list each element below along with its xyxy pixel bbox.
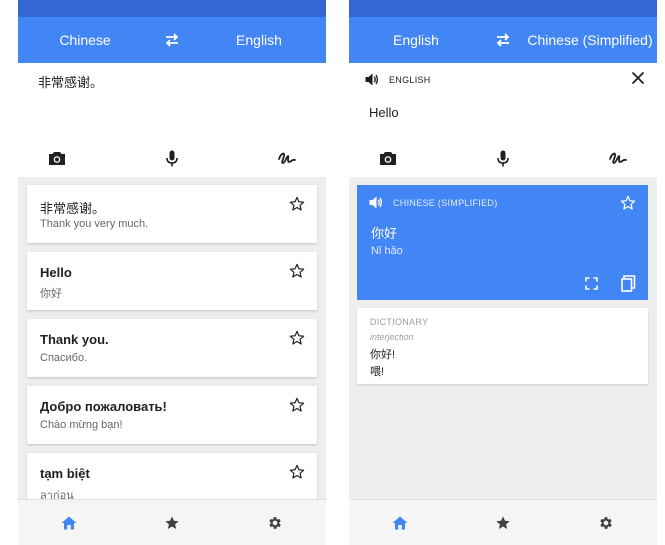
nav-phrasebook-button[interactable] <box>452 500 555 545</box>
input-tools <box>349 139 657 177</box>
phone-screen-right: English Chinese (Simplified) ENGLISH Hel… <box>349 0 657 545</box>
microphone-icon <box>497 150 509 166</box>
bottom-nav <box>349 499 657 545</box>
star-outline-icon[interactable] <box>289 196 305 212</box>
copy-icon[interactable] <box>621 275 636 292</box>
history-item[interactable]: Добро пожаловать! Chào mừng bạn! <box>27 386 317 444</box>
star-outline-icon[interactable] <box>289 263 305 279</box>
dictionary-title: DICTIONARY <box>370 317 429 327</box>
history-source: Hello <box>40 265 72 280</box>
input-text[interactable]: 非常感谢。 <box>38 72 103 91</box>
star-filled-icon <box>165 515 179 529</box>
handwriting-icon <box>609 152 627 164</box>
dictionary-card: DICTIONARY interjection 你好! 喂! <box>357 308 648 384</box>
bottom-nav <box>18 499 326 545</box>
history-translation: Chào mừng bạn! <box>40 419 123 431</box>
nav-settings-button[interactable] <box>554 500 657 545</box>
microphone-button[interactable] <box>131 139 214 177</box>
source-language-button[interactable]: Chinese <box>18 32 152 48</box>
dictionary-entry[interactable]: 你好! <box>370 346 395 362</box>
source-language-label: ENGLISH <box>389 74 431 85</box>
dictionary-part-of-speech: interjection <box>370 332 414 342</box>
close-icon[interactable] <box>631 71 645 85</box>
swap-languages-button[interactable] <box>152 33 192 47</box>
nav-home-button[interactable] <box>18 500 121 545</box>
nav-home-button[interactable] <box>349 500 452 545</box>
gear-icon <box>268 516 281 529</box>
star-outline-icon[interactable] <box>289 330 305 346</box>
star-outline-icon[interactable] <box>620 195 636 211</box>
history-list: 非常感谢。 Thank you very much. Hello 你好 Than… <box>18 177 326 499</box>
result-transliteration: Nǐ hǎo <box>371 245 403 257</box>
microphone-button[interactable] <box>462 139 545 177</box>
star-filled-icon <box>496 515 510 529</box>
dictionary-entry[interactable]: 喂! <box>370 363 384 379</box>
speaker-icon[interactable] <box>365 73 379 86</box>
language-bar: English Chinese (Simplified) <box>349 17 657 63</box>
result-text: 你好 <box>371 226 398 241</box>
history-source: 非常感谢。 <box>40 201 106 216</box>
gear-icon <box>599 516 612 529</box>
source-header: ENGLISH <box>365 73 431 86</box>
source-text[interactable]: Hello <box>369 105 399 120</box>
source-card: ENGLISH Hello <box>349 63 657 177</box>
status-bar <box>18 0 326 17</box>
speaker-icon[interactable] <box>369 196 383 209</box>
history-translation: 你好 <box>40 288 62 300</box>
star-outline-icon[interactable] <box>289 397 305 413</box>
history-translation: Thank you very much. <box>40 218 149 230</box>
swap-languages-button[interactable] <box>483 33 523 47</box>
microphone-icon <box>166 150 178 166</box>
target-language-button[interactable]: English <box>192 32 326 48</box>
result-language-label: CHINESE (SIMPLIFIED) <box>393 197 498 208</box>
home-icon <box>392 516 408 529</box>
handwriting-icon <box>278 152 296 164</box>
translation-result-card: CHINESE (SIMPLIFIED) 你好 Nǐ hǎo <box>357 185 648 300</box>
target-language-button[interactable]: Chinese (Simplified) <box>523 32 657 48</box>
camera-icon <box>49 151 65 165</box>
result-header: CHINESE (SIMPLIFIED) <box>369 196 498 209</box>
status-bar <box>349 0 657 17</box>
nav-settings-button[interactable] <box>223 500 326 545</box>
fullscreen-icon[interactable] <box>585 277 598 290</box>
home-icon <box>61 516 77 529</box>
handwriting-button[interactable] <box>213 139 326 177</box>
camera-icon <box>380 151 396 165</box>
source-language-button[interactable]: English <box>349 32 483 48</box>
history-item[interactable]: tạm biệt ลาก่อน <box>27 453 317 499</box>
handwriting-button[interactable] <box>544 139 657 177</box>
camera-button[interactable] <box>18 139 131 177</box>
star-outline-icon[interactable] <box>289 464 305 480</box>
phone-screen-left: Chinese English 非常感谢。 非常感谢。 Thank you ve… <box>18 0 326 545</box>
history-item[interactable]: Hello 你好 <box>27 252 317 310</box>
history-translation: Спасибо. <box>40 352 88 364</box>
history-item[interactable]: Thank you. Спасибо. <box>27 319 317 377</box>
camera-button[interactable] <box>349 139 462 177</box>
history-source: Thank you. <box>40 332 109 347</box>
swap-arrows-icon <box>165 33 179 47</box>
history-item[interactable]: 非常感谢。 Thank you very much. <box>27 185 317 243</box>
history-translation: ลาก่อน <box>40 490 74 499</box>
input-tools <box>18 139 326 177</box>
history-source: Добро пожаловать! <box>40 399 167 414</box>
input-card: 非常感谢。 <box>18 63 326 177</box>
nav-phrasebook-button[interactable] <box>121 500 224 545</box>
history-source: tạm biệt <box>40 466 90 481</box>
swap-arrows-icon <box>496 33 510 47</box>
language-bar: Chinese English <box>18 17 326 63</box>
